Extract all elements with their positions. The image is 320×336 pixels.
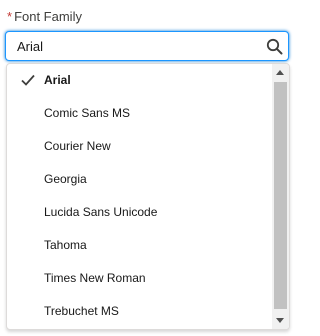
font-family-combobox[interactable]: [5, 31, 289, 61]
option-lucida-sans-unicode[interactable]: Lucida Sans Unicode: [7, 196, 271, 229]
scroll-up-icon[interactable]: [276, 70, 284, 75]
option-times-new-roman[interactable]: Times New Roman: [7, 262, 271, 295]
option-tahoma[interactable]: Tahoma: [7, 229, 271, 262]
font-family-listbox: Arial Comic Sans MS Courier New Georgia Luci…: [6, 63, 290, 330]
option-label: Courier New: [44, 139, 111, 153]
option-georgia[interactable]: Georgia: [7, 163, 271, 196]
option-courier-new[interactable]: Courier New: [7, 130, 271, 163]
font-family-input[interactable]: [6, 32, 256, 60]
check-icon: [21, 74, 35, 86]
option-label: Times New Roman: [44, 271, 146, 285]
scroll-down-icon[interactable]: [276, 318, 284, 323]
option-label: Comic Sans MS: [44, 106, 131, 120]
required-marker: *: [7, 9, 13, 24]
field-label: * Font Family: [7, 8, 82, 26]
option-label: Tahoma: [44, 238, 87, 252]
option-label: Lucida Sans Unicode: [44, 205, 158, 219]
option-comic-sans-ms[interactable]: Comic Sans MS: [7, 97, 271, 130]
field-label-text: Font Family: [14, 9, 82, 24]
option-label: Arial: [44, 73, 71, 87]
scrollbar-thumb[interactable]: [274, 82, 287, 309]
options-list: Arial Comic Sans MS Courier New Georgia Luci…: [7, 64, 271, 328]
option-label: Trebuchet MS: [44, 304, 119, 318]
search-icon[interactable]: [266, 38, 283, 55]
option-arial[interactable]: Arial: [7, 64, 271, 97]
option-trebuchet-ms[interactable]: Trebuchet MS: [7, 295, 271, 328]
scrollbar[interactable]: [272, 64, 289, 329]
option-label: Georgia: [44, 172, 87, 186]
